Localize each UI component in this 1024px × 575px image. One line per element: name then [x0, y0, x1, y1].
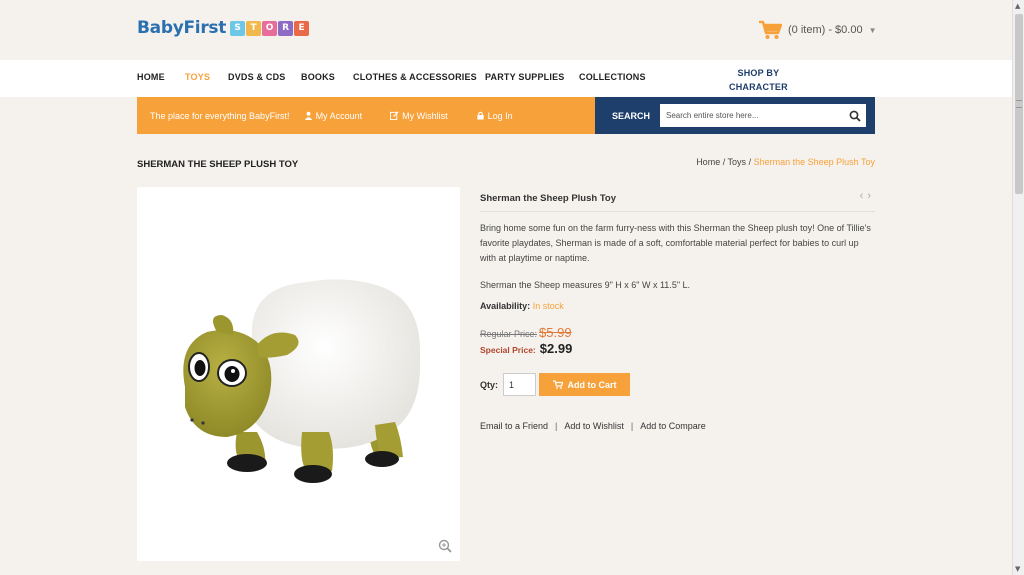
nav-item-home[interactable]: HOME [137, 72, 165, 82]
email-friend-link[interactable]: Email to a Friend [480, 421, 548, 431]
logo-store-blocks: STORE [230, 20, 310, 36]
page-scrollbar[interactable]: ▲ ▼ [1012, 0, 1024, 575]
availability: Availability: In stock [480, 301, 564, 311]
nav-item-clothes-accessories[interactable]: CLOTHES & ACCESSORIES [353, 72, 477, 82]
regular-price-label: Regular Price: [480, 329, 538, 339]
product-image-panel[interactable] [137, 187, 460, 561]
separator: | [555, 421, 558, 431]
nav-item-shop-by-character[interactable]: SHOP BY CHARACTER [729, 66, 788, 94]
product-actions: Email to a Friend | Add to Wishlist | Ad… [480, 421, 706, 431]
chevron-right-icon[interactable]: › [867, 190, 875, 202]
log-in-label: Log In [487, 110, 513, 121]
lock-icon [476, 111, 484, 120]
site-header: BabyFirst STORE (0 item) - $0.00 ▼ [0, 0, 1012, 60]
add-to-wishlist-link[interactable]: Add to Wishlist [564, 421, 624, 431]
separator: | [630, 421, 634, 431]
logo-letter-block: O [262, 20, 278, 36]
site-logo[interactable]: BabyFirst STORE [137, 18, 310, 38]
divider [480, 211, 875, 212]
add-to-cart-label: Add to Cart [567, 379, 617, 390]
nav-character-line1: SHOP BY [737, 68, 780, 78]
page-title: SHERMAN THE SHEEP PLUSH TOY [137, 159, 299, 170]
edit-icon [390, 111, 399, 120]
logo-letter-block: E [294, 20, 310, 36]
logo-letter-block: T [246, 20, 262, 36]
breadcrumb: Home / Toys / Sherman the Sheep Plush To… [696, 157, 875, 167]
product-description: Bring home some fun on the farm furry-ne… [480, 223, 871, 263]
regular-price-value: $5.99 [539, 325, 572, 340]
breadcrumb-current: Sherman the Sheep Plush Toy [753, 157, 875, 167]
scrollbar-grip [1016, 100, 1022, 108]
special-price-value: $2.99 [539, 341, 573, 356]
search-label: SEARCH [612, 110, 651, 121]
breadcrumb-separator: / [746, 157, 754, 167]
my-account-link[interactable]: My Account [304, 111, 377, 121]
shopping-cart-icon [552, 380, 563, 389]
nav-character-line2: CHARACTER [729, 82, 788, 92]
search-icon[interactable] [849, 110, 861, 122]
promo-bar: The place for everything BabyFirst! My A… [137, 97, 595, 134]
user-icon [304, 111, 312, 120]
logo-letter-block: S [230, 20, 246, 36]
my-wishlist-label: My Wishlist [402, 110, 448, 121]
product-pager: ‹› [860, 190, 875, 202]
product-name: Sherman the Sheep Plush Toy [480, 193, 617, 204]
my-wishlist-link[interactable]: My Wishlist [390, 111, 462, 121]
breadcrumb-separator: / [720, 157, 728, 167]
breadcrumb-toys[interactable]: Toys [728, 157, 747, 167]
nav-item-party-supplies[interactable]: PARTY SUPPLIES [485, 72, 565, 82]
log-in-link[interactable]: Log In [476, 111, 527, 121]
cart-summary: (0 item) - $0.00 [788, 24, 863, 36]
nav-item-toys[interactable]: TOYS [185, 72, 210, 82]
promo-tagline: The place for everything BabyFirst! [150, 110, 290, 121]
mini-cart[interactable]: (0 item) - $0.00 ▼ [758, 20, 877, 40]
zoom-icon[interactable] [438, 539, 452, 553]
regular-price: Regular Price: $5.99 [480, 325, 572, 340]
nav-item-books[interactable]: BOOKS [301, 72, 335, 82]
add-to-cart-button[interactable]: Add to Cart [539, 373, 630, 396]
special-price: Special Price: $2.99 [480, 341, 572, 356]
search-bar: SEARCH [595, 97, 875, 134]
scroll-up-icon[interactable]: ▲ [1015, 2, 1020, 10]
logo-text: BabyFirst [137, 18, 227, 38]
logo-letter-block: R [278, 20, 294, 36]
availability-label: Availability: [480, 301, 531, 311]
special-price-label: Special Price: [480, 345, 536, 355]
scroll-down-icon[interactable]: ▼ [1015, 565, 1020, 573]
qty-input[interactable] [503, 373, 536, 396]
nav-item-dvds-cds[interactable]: DVDS & CDS [228, 72, 286, 82]
product-measurements: Sherman the Sheep measures 9" H x 6" W x… [480, 280, 691, 290]
qty-row: Qty: Add to Cart [480, 373, 630, 396]
search-input[interactable] [660, 104, 866, 127]
my-account-label: My Account [315, 110, 363, 121]
availability-status: In stock [532, 301, 564, 311]
main-nav: HOME TOYS DVDS & CDS BOOKS CLOTHES & ACC… [0, 60, 1012, 97]
shopping-cart-icon [759, 20, 782, 39]
breadcrumb-home[interactable]: Home [696, 157, 720, 167]
qty-label: Qty: [480, 379, 498, 390]
add-to-compare-link[interactable]: Add to Compare [640, 421, 706, 431]
nav-item-collections[interactable]: COLLECTIONS [579, 72, 646, 82]
sheep-plush-image [183, 279, 421, 483]
chevron-down-icon: ▼ [868, 25, 877, 35]
